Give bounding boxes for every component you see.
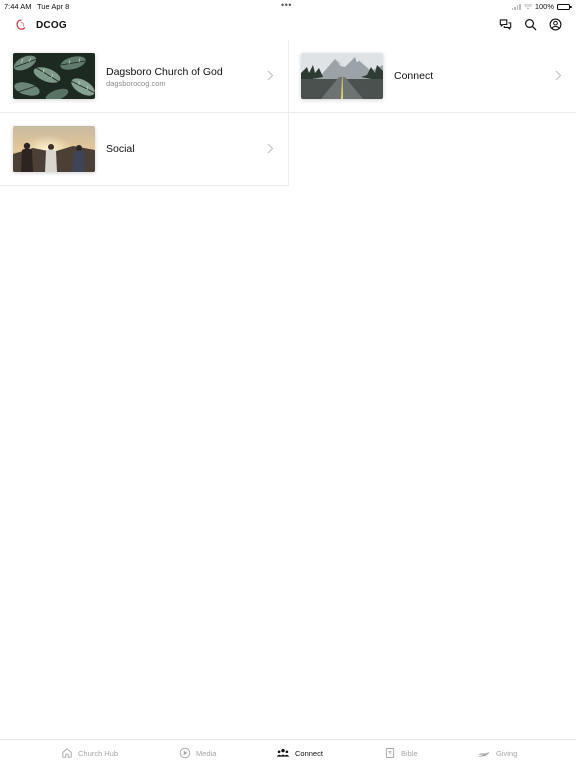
tab-church-hub[interactable]: Church Hub [61,747,118,759]
item-title: Social [106,143,135,155]
group-icon [276,748,290,757]
tab-label: Giving [496,748,518,758]
item-title: Dagsboro Church of God [106,66,223,78]
multitasking-dots[interactable]: ••• [281,0,292,10]
road-photo [301,53,383,99]
home-icon [62,748,72,758]
item-connect[interactable]: Connect [289,40,576,113]
bible-icon [385,748,395,758]
app-title: DCOG [36,20,67,31]
search-icon[interactable] [524,18,537,31]
tab-label: Media [196,748,217,758]
bottom-tab-bar: Church Hub Media Connect Bible Giving [0,739,576,768]
giving-icon [478,752,490,757]
tab-media[interactable]: Media [179,747,216,759]
signal-icon [511,3,521,10]
leaf-photo [13,53,95,99]
item-dagsboro-church[interactable]: Dagsboro Church of God dagsborocog.com [0,40,289,113]
status-time: 7:44 AM [4,2,32,11]
chevron-right-icon [555,70,562,81]
battery-percent: 100% [534,2,554,11]
tab-giving[interactable]: Giving [477,747,517,759]
tab-label: Bible [401,748,418,758]
tab-bible[interactable]: Bible [384,747,418,759]
play-icon [179,747,191,759]
tab-label: Church Hub [78,748,119,758]
battery-icon [557,3,572,10]
item-subtitle: dagsborocog.com [106,79,166,88]
people-sunset-photo [13,126,95,172]
header-actions [499,18,562,31]
wifi-icon [523,3,532,10]
item-title: Connect [394,70,434,82]
status-date: Tue Apr 8 [37,2,70,11]
chat-icon[interactable] [499,18,512,31]
dcog-logo-icon [16,19,26,30]
status-bar: 7:44 AM Tue Apr 8 ••• 100% [0,0,576,12]
status-right: 100% [511,2,572,11]
item-social[interactable]: Social [0,113,289,186]
chevron-right-icon [267,70,274,81]
chevron-right-icon [267,143,274,154]
tab-label: Connect [295,748,323,758]
profile-icon[interactable] [549,18,562,31]
app-header: DCOG [0,12,576,40]
tab-connect[interactable]: Connect [276,747,323,759]
